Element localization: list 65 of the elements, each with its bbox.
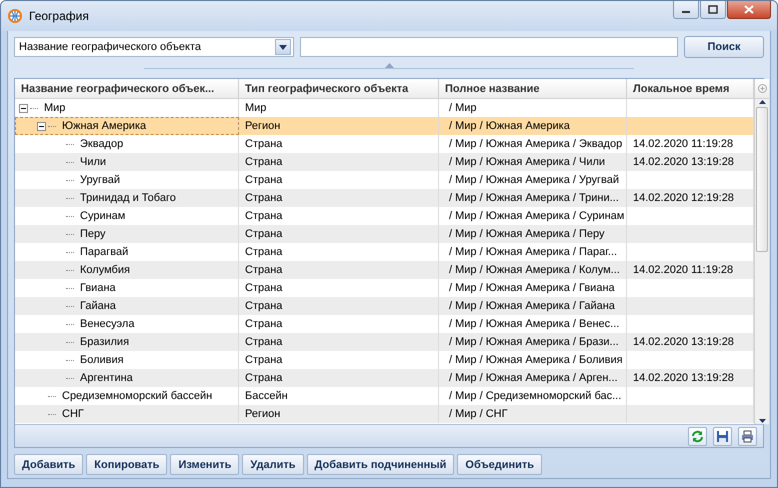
minimize-button[interactable] xyxy=(673,1,699,19)
print-button[interactable] xyxy=(738,426,757,446)
table-cell: / Мир / Южная Америка / Перу xyxy=(439,225,627,243)
table-cell: Страна xyxy=(239,189,439,207)
tree-cell[interactable]: СНГ xyxy=(15,405,239,423)
splitter-handle-icon[interactable] xyxy=(384,62,394,68)
action-button[interactable]: Объединить xyxy=(457,454,542,475)
table-cell: / Мир / Южная Америка / Арген... xyxy=(439,369,627,387)
tree-cell[interactable]: Южная Америка xyxy=(15,117,239,135)
tree-cell[interactable]: Бразилия xyxy=(15,333,239,351)
table-cell: / Мир / Южная Америка / Колум... xyxy=(439,261,627,279)
table-cell: 14.02.2020 13:19:28 xyxy=(627,153,754,171)
action-button[interactable]: Добавить xyxy=(14,454,84,475)
collapse-icon[interactable] xyxy=(37,122,46,130)
table-cell: 14.02.2020 11:19:28 xyxy=(627,261,754,279)
tree-cell[interactable]: Колумбия xyxy=(15,261,239,279)
refresh-button[interactable] xyxy=(688,426,707,446)
table-cell: Страна xyxy=(239,333,439,351)
maximize-icon xyxy=(708,5,718,14)
table-cell: Страна xyxy=(239,153,439,171)
scroll-down-icon[interactable] xyxy=(758,418,766,424)
collapse-icon[interactable] xyxy=(19,104,28,112)
table-cell: / Мир / Южная Америка / Трини... xyxy=(439,189,627,207)
action-button[interactable]: Копировать xyxy=(86,454,168,475)
action-button[interactable]: Добавить подчиненный xyxy=(306,454,454,475)
save-button[interactable] xyxy=(713,426,732,446)
table-cell: / Мир / Южная Америка / Брази... xyxy=(439,333,627,351)
table-cell: / Мир / Южная Америка / Гайана xyxy=(439,297,627,315)
column-header[interactable]: Локальное время xyxy=(627,79,754,99)
field-dropdown[interactable]: Название географического объекта xyxy=(14,37,294,57)
table-cell: Регион xyxy=(239,117,439,135)
printer-icon xyxy=(741,430,754,442)
window-title: География xyxy=(29,9,90,23)
table-cell: 14.02.2020 13:19:28 xyxy=(627,369,754,387)
table-cell: 14.02.2020 13:19:28 xyxy=(627,333,754,351)
action-button[interactable]: Удалить xyxy=(242,454,304,475)
table-cell: Страна xyxy=(239,369,439,387)
column-header[interactable]: Полное название xyxy=(439,79,627,99)
refresh-icon xyxy=(691,430,704,442)
column-header[interactable]: Название географического объек... xyxy=(15,79,239,99)
tree-cell[interactable]: Тринидад и Тобаго xyxy=(15,189,239,207)
search-field[interactable] xyxy=(300,37,678,57)
table-cell: Страна xyxy=(239,297,439,315)
add-column-icon xyxy=(758,84,766,93)
table-cell: 14.02.2020 12:19:28 xyxy=(627,189,754,207)
table-cell: Регион xyxy=(239,405,439,423)
table-cell: / Мир / СНГ xyxy=(439,405,627,423)
maximize-button[interactable] xyxy=(700,1,726,19)
search-button[interactable]: Поиск xyxy=(684,36,764,58)
floppy-icon xyxy=(716,430,729,442)
globe-icon xyxy=(7,8,23,24)
tree-cell[interactable]: Аргентина xyxy=(15,369,239,387)
close-button[interactable] xyxy=(727,1,771,19)
table-cell: / Мир / Южная Америка xyxy=(439,117,627,135)
close-icon xyxy=(744,5,754,14)
column-header[interactable]: Тип географического объекта xyxy=(239,79,439,99)
table-cell: / Мир / Южная Америка / Чили xyxy=(439,153,627,171)
scrollbar[interactable] xyxy=(754,79,769,424)
table-cell: Страна xyxy=(239,225,439,243)
caret-icon xyxy=(275,39,291,55)
tree-cell[interactable]: Гайана xyxy=(15,297,239,315)
tree-cell[interactable]: Чили xyxy=(15,153,239,171)
table-cell: Страна xyxy=(239,261,439,279)
tree-cell[interactable]: Перу xyxy=(15,225,239,243)
action-button[interactable]: Изменить xyxy=(170,454,240,475)
